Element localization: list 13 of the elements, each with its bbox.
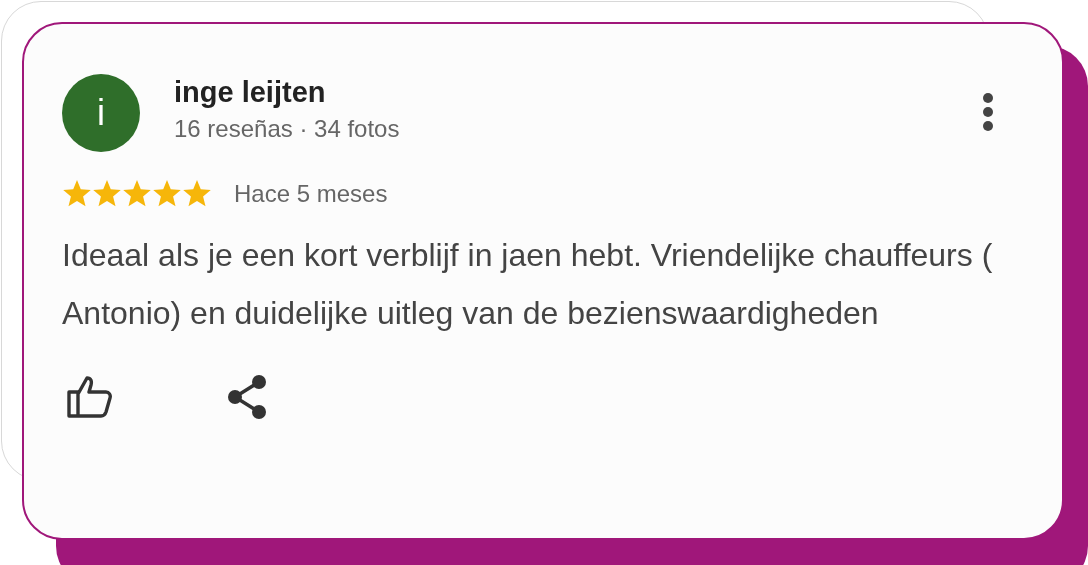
thumbs-up-icon[interactable] — [66, 374, 112, 418]
star-icon — [62, 180, 92, 208]
star-icon — [122, 180, 152, 208]
avatar: i — [62, 74, 140, 152]
share-icon[interactable] — [226, 374, 268, 420]
star-icon — [152, 180, 182, 208]
more-options-icon[interactable] — [982, 92, 994, 132]
review-text: Ideaal als je een kort verblijf in jaen hebt. Vriendelijke chauffeurs ( Antonio) en duidelijke uitleg van de bezienswaardigheden — [62, 236, 994, 333]
author-name: inge leijten — [174, 75, 327, 110]
star-icon — [182, 180, 212, 208]
review-time: Hace 5 meses — [234, 180, 388, 208]
author-meta: 16 reseñas · 34 fotos — [174, 114, 401, 144]
star-icon — [92, 180, 122, 208]
